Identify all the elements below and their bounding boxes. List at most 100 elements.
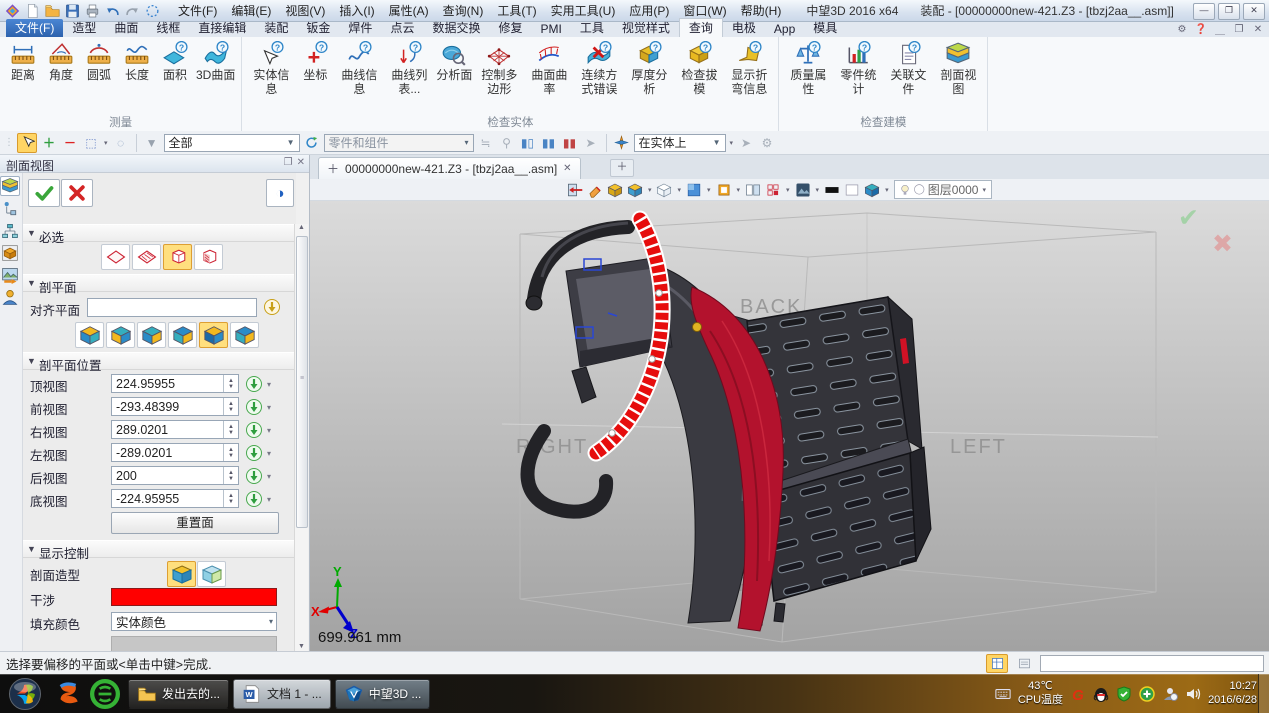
layer-dropdown[interactable]: ◯图层0000▾ [894,180,992,199]
fill-color-swatch[interactable] [111,636,277,651]
section-display-caret-icon[interactable]: ▾ [885,186,889,194]
scroll-thumb[interactable]: ≡ [296,236,308,528]
field-options-caret-icon[interactable]: ▾ [267,472,271,481]
background-caret-icon[interactable]: ▾ [786,186,790,194]
ribbon-button-bend-info[interactable]: ?显示折弯信息 [724,39,774,97]
app-logo-icon[interactable] [4,3,21,19]
menu-item-8[interactable]: 实用工具(U) [544,0,623,21]
open-file-icon[interactable] [44,3,61,19]
field-options-caret-icon[interactable]: ▾ [267,495,271,504]
list-filter-2-icon[interactable]: ▮▮ [540,134,558,152]
reset-plane-button[interactable]: 重置面 [111,512,279,534]
render-mode-icon[interactable] [795,182,811,198]
ribbon-button-query-entity[interactable]: ?实体信息 [246,39,296,97]
pick-offset-green-icon[interactable] [245,421,263,439]
tray-antivirus-icon[interactable] [1139,686,1155,702]
menu-item-6[interactable]: 查询(N) [436,0,491,21]
plane-offset-left-input[interactable]: -289.0201▲▼ [111,443,239,462]
ribbon-tab-9[interactable]: 点云 [381,19,423,37]
status-list-toggle-icon[interactable] [1014,655,1034,672]
taskbar-button-word[interactable]: W文档 1 - ... [233,679,331,709]
status-input[interactable] [1040,655,1264,672]
pick-box-button[interactable]: ⬚ [82,134,100,152]
ribbon-tab-13[interactable]: 工具 [571,19,613,37]
spinner-icon[interactable]: ▲▼ [223,467,238,484]
clock[interactable]: 10:272016/6/28 [1208,680,1257,708]
ribbon-tab-16[interactable]: 电极 [723,19,765,37]
restore-button[interactable]: ❐ [1218,3,1240,20]
ribbon-button-query-area[interactable]: ?面积 [156,39,194,82]
new-tab-button[interactable]: ＋ [610,159,634,177]
pick-lasso-button[interactable]: ◌ [112,134,130,152]
doc-minimize-icon[interactable]: ＿ [1213,23,1227,36]
undo-icon[interactable] [104,3,121,19]
print-icon[interactable] [84,3,101,19]
ok-button[interactable] [28,179,60,207]
field-options-caret-icon[interactable]: ▾ [267,403,271,412]
cancel-button[interactable] [61,179,93,207]
box-section-icon[interactable] [163,244,192,270]
remove-selection-button[interactable]: － [61,134,79,152]
spinner-icon[interactable]: ▲▼ [223,490,238,507]
plane-preset-5-icon[interactable] [199,322,228,348]
snap-compass-icon[interactable] [613,134,631,152]
ribbon-tab-17[interactable]: App [765,22,804,37]
plane-preset-6-icon[interactable] [230,322,259,348]
refresh-icon[interactable] [303,134,321,152]
taskbar-button-folder[interactable]: 发出去的... [128,679,229,709]
plane-offset-top-input[interactable]: 224.95955▲▼ [111,374,239,393]
tab-close-icon[interactable]: ✕ [563,163,571,174]
shade-edges-icon[interactable] [627,182,643,198]
ribbon-tab-4[interactable]: 线框 [147,19,189,37]
history-tree-icon[interactable] [1,200,19,218]
ribbon-button-analyze-face[interactable]: 分析面 [434,39,474,82]
ribbon-button-continuity-error[interactable]: ?连续方式错误 [574,39,624,97]
field-options-caret-icon[interactable]: ▾ [267,380,271,389]
plane-position-header[interactable]: ▼剖平面位置 [23,352,296,370]
white-swatch-icon[interactable] [844,182,860,198]
ribbon-button-draft-check[interactable]: ?检查拔模 [674,39,724,97]
profile-section-icon[interactable] [194,244,223,270]
pick-offset-green-icon[interactable] [245,467,263,485]
display-control-header[interactable]: ▼显示控制 [23,540,296,558]
snap-dropdown[interactable]: 在实体上▼ [634,134,726,152]
ribbon-button-query-curve[interactable]: ?曲线信息 [334,39,384,97]
selection-circle-icon[interactable] [144,3,161,19]
view-standard-icon[interactable] [686,182,702,198]
ribbon-button-ruler-angle[interactable]: 角度 [42,39,80,82]
ribbon-button-ruler-distance[interactable]: 距离 [4,39,42,82]
ribbon-tab-3[interactable]: 曲面 [105,19,147,37]
assembly-tree-icon[interactable] [1,222,19,240]
fill-color-dropdown[interactable]: 实体颜色▾ [111,612,277,631]
menu-item-9[interactable]: 应用(P) [622,0,676,21]
visual-manager-icon[interactable] [1,266,19,284]
panel-restore-icon[interactable]: ❐ [284,157,293,168]
field-options-caret-icon[interactable]: ▾ [267,449,271,458]
ribbon-button-control-polygon[interactable]: 控制多边形 [474,39,524,97]
spinner-icon[interactable]: ▲▼ [223,375,238,392]
volume-icon[interactable] [1185,686,1201,702]
menu-item-5[interactable]: 属性(A) [382,0,436,21]
list-filter-1-icon[interactable]: ▮▯ [519,134,537,152]
show-desktop-button[interactable] [1258,674,1269,713]
align-plane-input[interactable] [87,298,257,317]
ribbon-tab-2[interactable]: 造型 [63,19,105,37]
plane-preset-1-icon[interactable] [75,322,104,348]
plane-preset-2-icon[interactable] [106,322,135,348]
status-table-toggle-icon[interactable] [986,654,1008,673]
start-button[interactable] [8,677,42,711]
doc-close-icon[interactable]: ✕ [1251,23,1265,36]
section-display-icon[interactable] [864,182,880,198]
spinner-icon[interactable]: ▲▼ [223,421,238,438]
ribbon-tab-14[interactable]: 视觉样式 [613,19,679,37]
scope-dropdown[interactable]: 零件和组件▾ [324,134,474,152]
ribbon-button-section-view[interactable]: 剖面视图 [933,39,983,97]
ribbon-button-ruler-length[interactable]: 长度 [118,39,156,82]
plane-offset-right-input[interactable]: 289.0201▲▼ [111,420,239,439]
ribbon-tab-6[interactable]: 装配 [255,19,297,37]
plane-section-icon[interactable] [101,244,130,270]
ribbon-tab-8[interactable]: 焊件 [339,19,381,37]
minimize-button[interactable]: — [1193,3,1215,20]
pick-mode-button[interactable] [17,133,37,153]
pick-offset-green-icon[interactable] [245,375,263,393]
